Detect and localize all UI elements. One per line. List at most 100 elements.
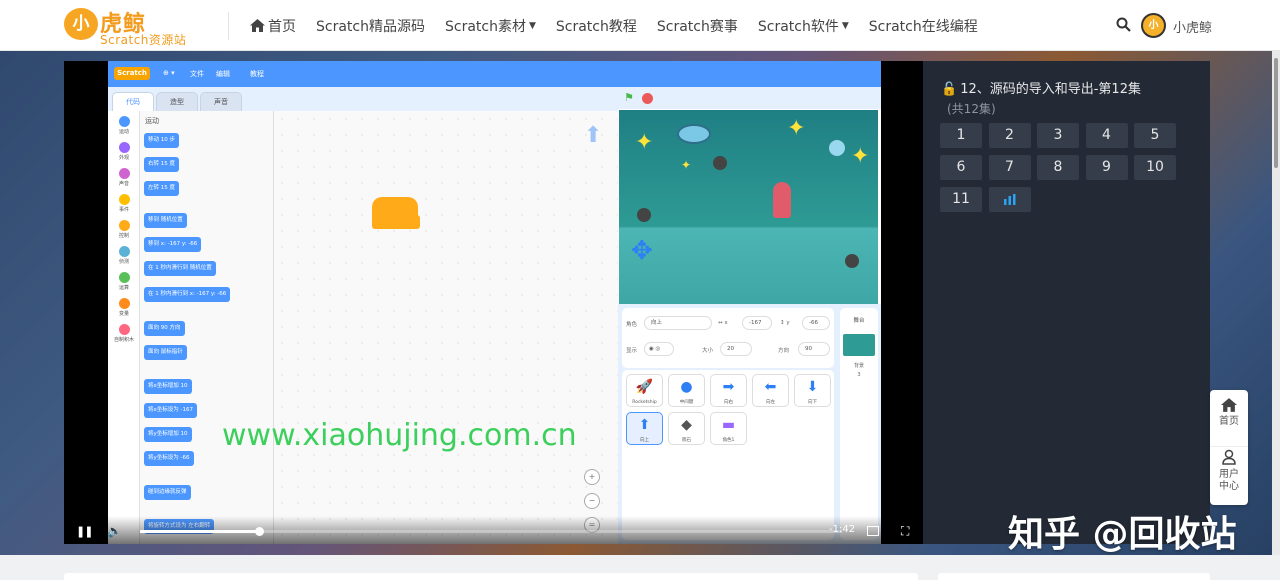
content-card: [64, 573, 918, 580]
globe-icon: ⊕ ▾: [163, 69, 175, 77]
size-label: 大小: [702, 348, 714, 354]
episode-button[interactable]: 9: [1085, 155, 1128, 180]
category-label: 事件: [118, 207, 129, 213]
star-icon: ✦: [635, 130, 654, 155]
sprite-thumbnail: ◆ 陨石: [668, 412, 705, 445]
sprite-icon: 🚀: [635, 379, 654, 395]
sprite-name-label: 角色: [626, 322, 638, 328]
bubble-icon: [829, 140, 845, 156]
green-flag-icon: ⚑: [624, 91, 634, 104]
nav-item-label: Scratch赛事: [656, 18, 738, 35]
scratch-menu-edit: 编辑: [216, 70, 230, 78]
sprite-thumbnail: ▬ 角色1: [710, 412, 747, 445]
scratch-category: 自制积木: [108, 324, 140, 343]
episode-button[interactable]: 8: [1037, 155, 1079, 180]
episode-button[interactable]: 2: [988, 123, 1031, 148]
category-dot: [118, 246, 130, 257]
nav-item-contests[interactable]: Scratch赛事: [657, 16, 738, 36]
sprite-label: Rocketship: [632, 400, 657, 405]
nav-home[interactable]: 首页: [250, 16, 296, 36]
meteor-icon: [845, 254, 859, 268]
scratch-category: 事件: [108, 194, 140, 213]
chevron-down-icon: ▼: [528, 20, 536, 31]
zoom-out-icon: −: [584, 493, 600, 509]
stage-label: 舞台: [853, 318, 865, 324]
pause-icon[interactable]: ❚❚: [76, 525, 93, 538]
episode-title: 🔓 12、源码的导入和导出-第12集: [941, 78, 1141, 97]
sprite-thumbnail: 🚀 Rocketship: [626, 374, 663, 407]
motion-block: 移到 x: -167 y: -66: [144, 237, 202, 252]
category-label: 运算: [118, 285, 129, 291]
site-logo[interactable]: 小 虎鲸 Scratch资源站: [64, 6, 204, 47]
category-dot: [118, 272, 130, 283]
chevron-down-icon: ▼: [841, 20, 849, 31]
sprite-thumbnail: ● 中间键: [668, 374, 705, 407]
nav-item-software[interactable]: Scratch软件 ▼: [758, 16, 849, 36]
scratch-category: 运算: [108, 272, 140, 291]
top-navbar: 小 虎鲸 Scratch资源站 首页 Scratch精品源码 Scratch素材…: [0, 0, 1280, 51]
home-icon: [250, 19, 265, 32]
username[interactable]: 小虎鲸: [1173, 17, 1212, 36]
scratch-categories: 运动 外观 声音 事件 控制 侦测 运算 变量 自制积木: [108, 111, 140, 544]
side-user-button[interactable]: 用户 中心: [1210, 446, 1248, 493]
meteor-icon: [637, 208, 651, 222]
category-label: 运动: [118, 129, 129, 135]
sprite-icon: ⬅: [764, 379, 777, 395]
motion-block: 面向 90 方向: [144, 321, 185, 336]
episode-button-current[interactable]: [988, 187, 1031, 212]
sprite-x-field: -167: [742, 316, 772, 330]
episode-button[interactable]: 1: [940, 123, 982, 148]
episode-button[interactable]: 10: [1134, 155, 1176, 180]
episode-button[interactable]: 3: [1037, 123, 1079, 148]
scrollbar-thumb[interactable]: [1274, 58, 1278, 168]
avatar[interactable]: 小: [1141, 13, 1166, 38]
scratch-script-area: ⬆ + − =: [274, 111, 618, 544]
category-dot: [118, 168, 130, 179]
motion-block: 右转 15 度: [144, 157, 179, 172]
episode-button[interactable]: 4: [1085, 123, 1128, 148]
episode-button[interactable]: 7: [988, 155, 1031, 180]
site-watermark: www.xiaohujing.com.cn: [222, 418, 577, 453]
scratch-menu-tutorials: 教程: [250, 70, 264, 78]
sprite-label: 向下: [808, 400, 817, 405]
nav-item-label: Scratch精品源码: [316, 18, 425, 35]
nav-item-online[interactable]: Scratch在线编程: [869, 16, 978, 36]
scratch-category: 外观: [108, 142, 140, 161]
nav-item-label: Scratch素材: [444, 18, 526, 35]
search-icon[interactable]: [1116, 17, 1131, 32]
sprite-size-field: 20: [720, 342, 752, 356]
stage-thumbnail: [843, 334, 875, 356]
nav-item-tutorials[interactable]: Scratch教程: [556, 16, 637, 36]
episode-button[interactable]: 11: [940, 187, 982, 212]
episode-button[interactable]: 5: [1134, 123, 1176, 148]
fullscreen-icon[interactable]: ⛶: [901, 524, 909, 539]
lock-icon: 🔓: [941, 82, 958, 97]
episode-button[interactable]: 6: [940, 155, 982, 180]
scratch-block-palette: 运动 移动 10 步右转 15 度左转 15 度移到 随机位置 移到 x: -16…: [140, 111, 274, 544]
side-home-button[interactable]: 首页: [1210, 398, 1248, 428]
scratch-category: 声音: [108, 168, 140, 187]
arrow-cross-icon: ✥: [631, 236, 653, 266]
category-label: 侦测: [118, 259, 129, 265]
meteor-icon: [713, 156, 727, 170]
video-frame[interactable]: Scratch ⊕ ▾ 文件 编辑 教程 代码 造型 声音 运动 外观 声音 事件 控制…: [108, 61, 881, 544]
pip-icon[interactable]: [867, 526, 879, 536]
star-icon: ✦: [787, 116, 806, 141]
x-label: ↔ x: [718, 320, 728, 326]
nav-home-label: 首页: [268, 18, 296, 35]
motion-block: 在 1 秒内滑行到 随机位置: [144, 261, 216, 276]
main-nav: 首页 Scratch精品源码 Scratch素材 ▼ Scratch教程 Scra…: [250, 0, 998, 51]
playing-icon: [1003, 193, 1015, 205]
sprite-icon: ⬇: [806, 379, 819, 395]
sprite-icon: ▬: [721, 417, 736, 433]
nav-item-source[interactable]: Scratch精品源码: [316, 16, 425, 36]
sidebar-card: [938, 573, 1210, 580]
motion-block: 将y坐标设为 -66: [144, 451, 194, 466]
progress-handle[interactable]: [255, 527, 264, 536]
sprite-label: 中间键: [679, 400, 694, 405]
zoom-in-icon: +: [584, 469, 600, 485]
y-label-text: y: [786, 320, 790, 326]
volume-icon[interactable]: 🔈: [107, 524, 122, 538]
nav-item-assets[interactable]: Scratch素材 ▼: [445, 16, 536, 36]
star-icon: ✦: [681, 158, 692, 172]
